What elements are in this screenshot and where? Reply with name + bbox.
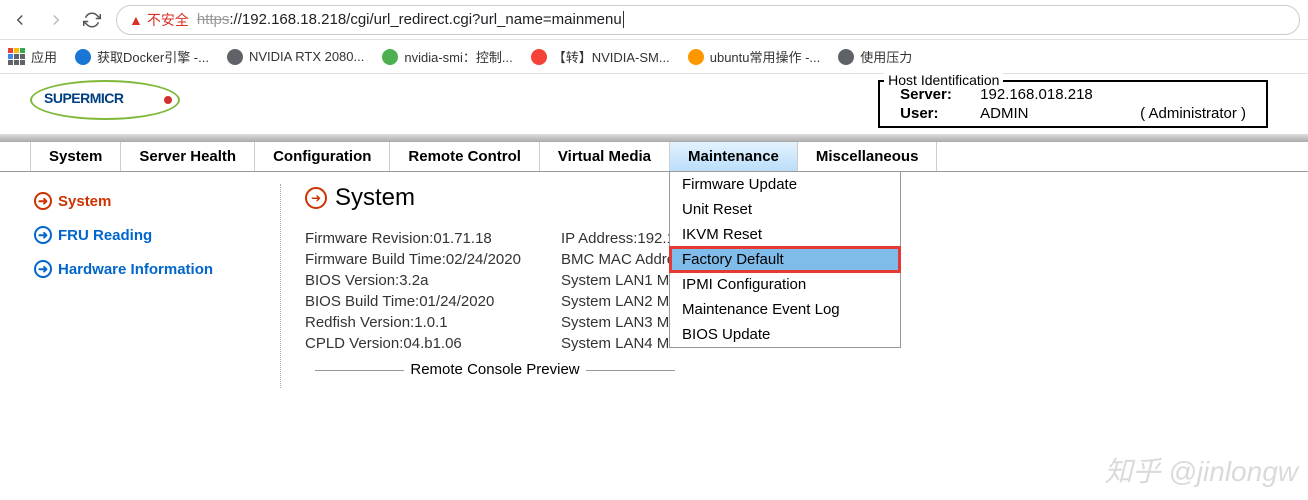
menu-remote-control[interactable]: Remote Control bbox=[390, 142, 540, 171]
apps-icon bbox=[8, 48, 25, 65]
vertical-divider bbox=[280, 184, 281, 388]
bookmark-label: 使用压力 bbox=[860, 47, 912, 66]
favicon-icon bbox=[531, 49, 547, 65]
back-button[interactable] bbox=[8, 8, 32, 32]
info-row: CPLD Version: 04.b1.06 bbox=[305, 335, 521, 352]
info-label: BIOS Build Time: bbox=[305, 293, 419, 310]
menu-maintenance[interactable]: Maintenance Firmware Update Unit Reset I… bbox=[670, 142, 798, 171]
sidebar: ➜ System ➜ FRU Reading ➜ Hardware Inform… bbox=[30, 184, 280, 388]
favicon-icon bbox=[227, 49, 243, 65]
bookmark-label: 获取Docker引擎 -... bbox=[97, 47, 209, 66]
not-secure-label: 不安全 bbox=[147, 10, 189, 30]
info-value: 04.b1.06 bbox=[403, 335, 461, 352]
url-bar[interactable]: ▲ 不安全 https://192.168.18.218/cgi/url_red… bbox=[116, 5, 1300, 35]
menu-virtual-media[interactable]: Virtual Media bbox=[540, 142, 670, 171]
page-title-text: System bbox=[335, 184, 415, 212]
info-value: 02/24/2020 bbox=[446, 251, 521, 268]
dd-bios-update[interactable]: BIOS Update bbox=[670, 322, 900, 347]
watermark: 知乎 @jinlongw bbox=[1105, 450, 1298, 490]
apps-label: 应用 bbox=[31, 47, 57, 66]
menu-server-health[interactable]: Server Health bbox=[121, 142, 255, 171]
menu-maintenance-label: Maintenance bbox=[688, 148, 779, 165]
info-value: 01.71.18 bbox=[433, 230, 491, 247]
host-id-title: Host Identification bbox=[884, 72, 1003, 88]
info-label: Redfish Version: bbox=[305, 314, 414, 331]
main-menu-bar: System Server Health Configuration Remot… bbox=[0, 142, 1308, 172]
bookmark-item[interactable]: NVIDIA RTX 2080... bbox=[227, 49, 364, 65]
apps-button[interactable]: 应用 bbox=[8, 47, 57, 66]
user-value: ADMIN bbox=[980, 105, 1120, 122]
menu-system[interactable]: System bbox=[30, 142, 121, 171]
info-value: 1.0.1 bbox=[414, 314, 447, 331]
bookmark-item[interactable]: ubuntu常用操作 -... bbox=[688, 47, 821, 66]
bookmark-item[interactable]: 获取Docker引擎 -... bbox=[75, 47, 209, 66]
arrow-right-icon: ➜ bbox=[34, 226, 52, 244]
arrow-right-icon: ➜ bbox=[34, 260, 52, 278]
bookmark-item[interactable]: 使用压力 bbox=[838, 47, 912, 66]
favicon-icon bbox=[382, 49, 398, 65]
dd-ikvm-reset[interactable]: IKVM Reset bbox=[670, 222, 900, 247]
content-area: ➜ System ➜ FRU Reading ➜ Hardware Inform… bbox=[0, 172, 1308, 388]
bookmarks-bar: 应用 获取Docker引擎 -... NVIDIA RTX 2080... nv… bbox=[0, 40, 1308, 74]
bookmark-label: nvidia-smi：控制... bbox=[404, 47, 512, 66]
bookmark-label: 【转】NVIDIA-SM... bbox=[553, 47, 670, 66]
dd-firmware-update[interactable]: Firmware Update bbox=[670, 172, 900, 197]
server-label: Server: bbox=[900, 86, 960, 103]
server-value: 192.168.018.218 bbox=[980, 86, 1120, 103]
info-row: Redfish Version: 1.0.1 bbox=[305, 314, 521, 331]
host-identification-box: Host Identification Server: 192.168.018.… bbox=[878, 80, 1268, 128]
sidebar-item-label: FRU Reading bbox=[58, 227, 152, 244]
user-label: User: bbox=[900, 105, 960, 122]
sidebar-item-hardware-info[interactable]: ➜ Hardware Information bbox=[30, 252, 280, 286]
sidebar-item-label: System bbox=[58, 193, 111, 210]
favicon-icon bbox=[75, 49, 91, 65]
sidebar-item-fru-reading[interactable]: ➜ FRU Reading bbox=[30, 218, 280, 252]
divider-bar bbox=[0, 134, 1308, 142]
info-row: BIOS Version: 3.2a bbox=[305, 272, 521, 289]
dd-maintenance-event-log[interactable]: Maintenance Event Log bbox=[670, 297, 900, 322]
forward-button[interactable] bbox=[44, 8, 68, 32]
info-value: 01/24/2020 bbox=[419, 293, 494, 310]
maintenance-dropdown: Firmware Update Unit Reset IKVM Reset Fa… bbox=[669, 171, 901, 348]
info-label: IP Address: bbox=[561, 230, 637, 247]
info-label: Firmware Revision: bbox=[305, 230, 433, 247]
supermicro-logo: SUPERMICR bbox=[30, 80, 180, 122]
info-label: CPLD Version: bbox=[305, 335, 403, 352]
menu-miscellaneous[interactable]: Miscellaneous bbox=[798, 142, 938, 171]
arrow-right-icon: ➜ bbox=[34, 192, 52, 210]
favicon-icon bbox=[688, 49, 704, 65]
bookmark-item[interactable]: 【转】NVIDIA-SM... bbox=[531, 47, 670, 66]
bookmark-label: NVIDIA RTX 2080... bbox=[249, 49, 364, 64]
dd-ipmi-configuration[interactable]: IPMI Configuration bbox=[670, 272, 900, 297]
bookmark-item[interactable]: nvidia-smi：控制... bbox=[382, 47, 512, 66]
bookmark-label: ubuntu常用操作 -... bbox=[710, 47, 821, 66]
sidebar-item-label: Hardware Information bbox=[58, 261, 213, 278]
reload-button[interactable] bbox=[80, 8, 104, 32]
page-header: SUPERMICR Host Identification Server: 19… bbox=[0, 74, 1308, 134]
remote-console-label: Remote Console Preview bbox=[404, 361, 585, 378]
dd-factory-default[interactable]: Factory Default bbox=[670, 247, 900, 272]
remote-console-fieldset: Remote Console Preview bbox=[305, 370, 1308, 388]
info-label: Firmware Build Time: bbox=[305, 251, 446, 268]
info-row: BIOS Build Time: 01/24/2020 bbox=[305, 293, 521, 310]
arrow-right-icon: ➜ bbox=[305, 187, 327, 209]
user-role: ( Administrator ) bbox=[1140, 105, 1246, 122]
info-column-1: Firmware Revision: 01.71.18 Firmware Bui… bbox=[305, 230, 521, 352]
browser-nav-bar: ▲ 不安全 https://192.168.18.218/cgi/url_red… bbox=[0, 0, 1308, 40]
info-label: BIOS Version: bbox=[305, 272, 399, 289]
info-row: Firmware Build Time: 02/24/2020 bbox=[305, 251, 521, 268]
favicon-icon bbox=[838, 49, 854, 65]
url-text: https://192.168.18.218/cgi/url_redirect.… bbox=[197, 11, 624, 28]
warning-icon: ▲ bbox=[129, 12, 143, 28]
sidebar-item-system[interactable]: ➜ System bbox=[30, 184, 280, 218]
info-value: 3.2a bbox=[399, 272, 428, 289]
dd-unit-reset[interactable]: Unit Reset bbox=[670, 197, 900, 222]
menu-configuration[interactable]: Configuration bbox=[255, 142, 390, 171]
info-row: Firmware Revision: 01.71.18 bbox=[305, 230, 521, 247]
